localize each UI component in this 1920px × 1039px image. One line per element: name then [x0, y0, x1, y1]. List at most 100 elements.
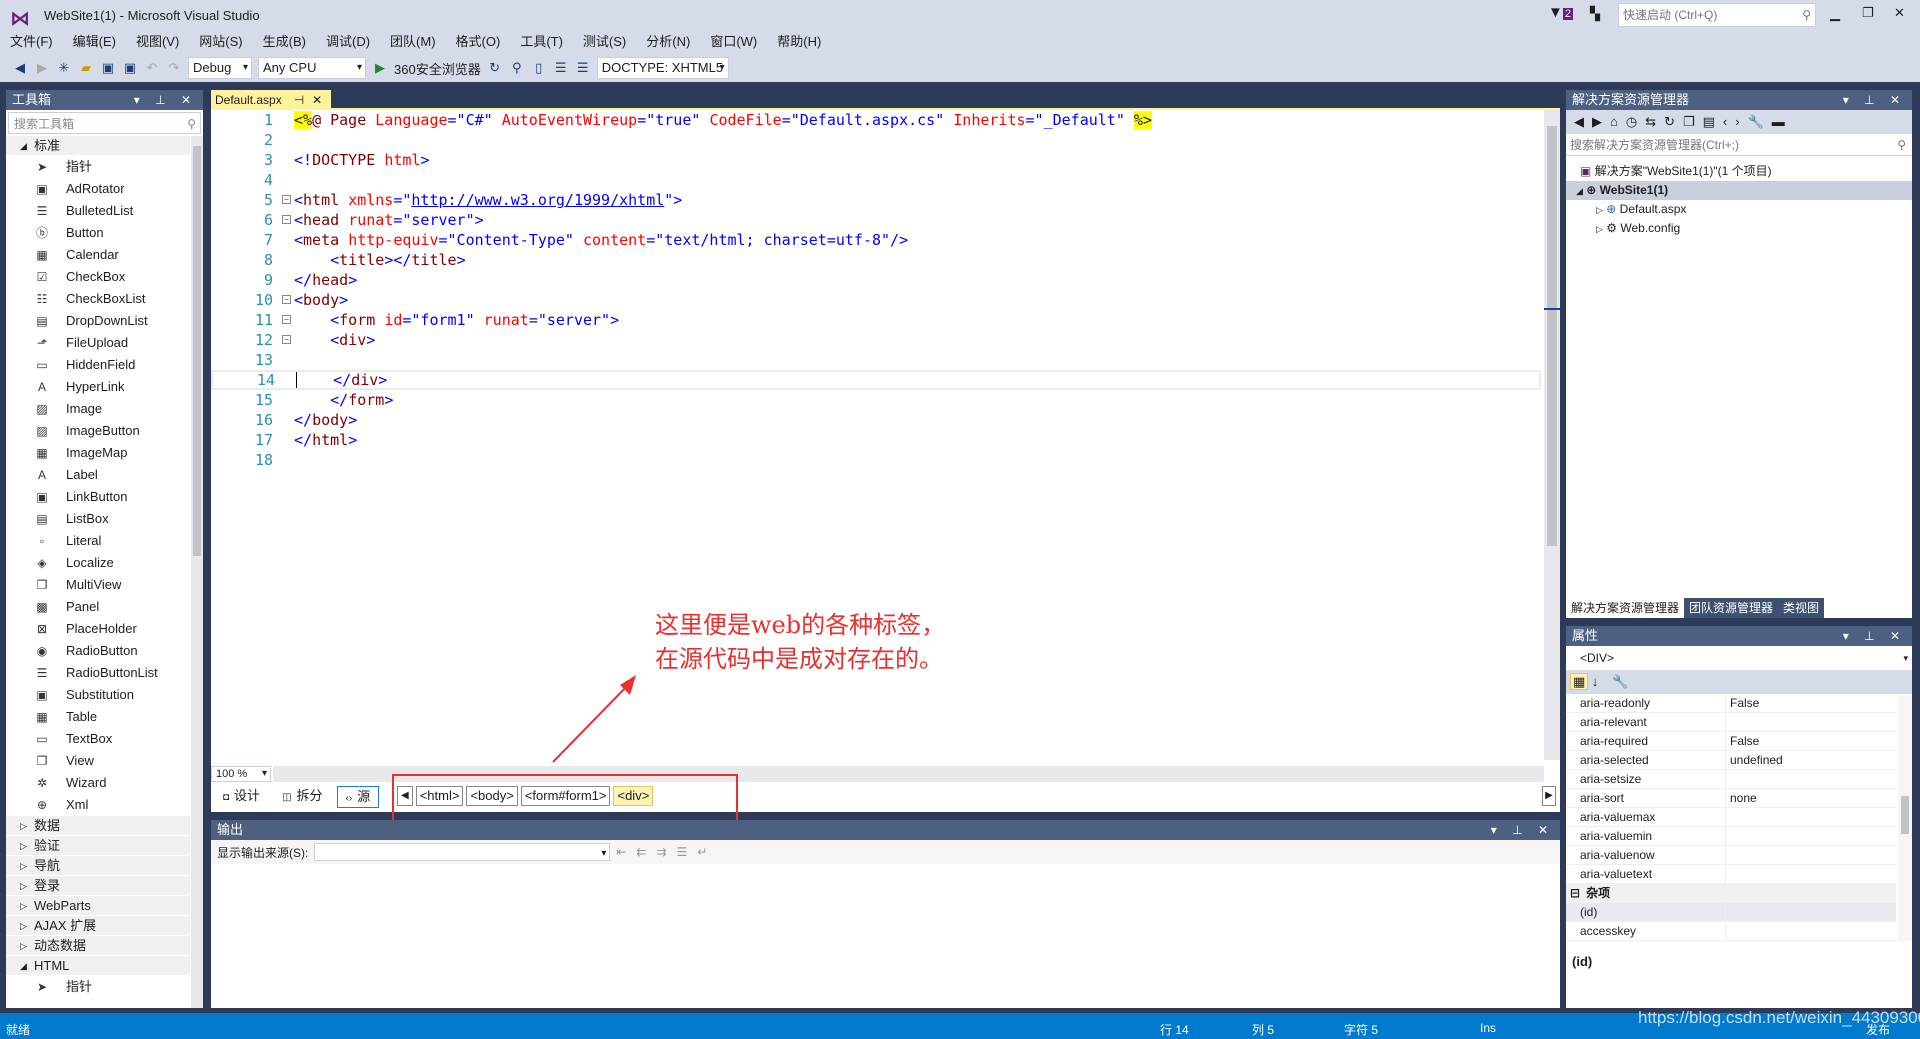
- toolbox-category[interactable]: ▷ WebParts: [6, 896, 190, 916]
- property-value[interactable]: undefined: [1726, 751, 1783, 769]
- save-all-icon[interactable]: ▣: [122, 60, 138, 76]
- toolbox-scrollbar[interactable]: [191, 136, 203, 1008]
- toolbox-category-standard[interactable]: ◢ 标准: [6, 136, 190, 156]
- code-line[interactable]: 16 </body>: [211, 410, 1541, 430]
- menu-item[interactable]: 帮助(H): [777, 32, 821, 54]
- code-line[interactable]: 17 </html>: [211, 430, 1541, 450]
- code-line[interactable]: 12− <div>: [211, 330, 1541, 350]
- code-line[interactable]: 10− <body>: [211, 290, 1541, 310]
- toolbox-item[interactable]: ▨ ImageButton: [6, 420, 190, 442]
- toolbox-item[interactable]: ➤ 指针: [6, 156, 190, 178]
- property-row[interactable]: aria-sort none: [1566, 789, 1896, 808]
- browser-run-button[interactable]: 360安全浏览器: [394, 59, 481, 78]
- forward-icon[interactable]: ▶: [34, 60, 50, 76]
- alphabetical-icon[interactable]: ↓: [1592, 674, 1599, 689]
- toolbox-item[interactable]: ▣ AdRotator: [6, 178, 190, 200]
- document-icon[interactable]: ▯: [531, 60, 547, 76]
- fold-toggle-icon[interactable]: −: [282, 335, 291, 344]
- menu-item[interactable]: 工具(T): [520, 32, 563, 54]
- menu-item[interactable]: 生成(B): [263, 32, 306, 54]
- toolbox-item[interactable]: ❐ MultiView: [6, 574, 190, 596]
- toolbox-category[interactable]: ▷ 登录: [6, 876, 190, 896]
- toolbox-item[interactable]: ▭ HiddenField: [6, 354, 190, 376]
- code-line[interactable]: 13: [211, 350, 1541, 370]
- toolbox-item[interactable]: ⬏ FileUpload: [6, 332, 190, 354]
- file-node[interactable]: ▷ ⊕ Default.aspx: [1566, 200, 1912, 219]
- toolbox-item[interactable]: ➤ 指针: [6, 976, 190, 998]
- panel-controls[interactable]: ▾ ⊥ ✕: [1843, 626, 1906, 646]
- code-line[interactable]: 8 <title></title>: [211, 250, 1541, 270]
- property-value[interactable]: [1726, 808, 1730, 826]
- outdent-icon[interactable]: ☰: [553, 60, 569, 76]
- menu-item[interactable]: 窗口(W): [710, 32, 757, 54]
- code-line[interactable]: 15 </form>: [211, 390, 1541, 410]
- open-icon[interactable]: ▰: [78, 60, 94, 76]
- toolbox-item[interactable]: ☰ BulletedList: [6, 200, 190, 222]
- undo-icon[interactable]: ↶: [144, 60, 160, 76]
- doctype-select[interactable]: DOCTYPE: XHTML5: [596, 57, 729, 79]
- refresh-icon[interactable]: ↻: [487, 60, 503, 76]
- view-tab-split[interactable]: ◫ 拆分: [274, 786, 330, 808]
- toolbox-item[interactable]: ◈ Localize: [6, 552, 190, 574]
- notification-flag-icon[interactable]: ▼ 2: [1548, 4, 1573, 21]
- menu-item[interactable]: 文件(F): [10, 32, 53, 54]
- output-tool-icons[interactable]: ⇤⇇⇉☰↵: [616, 845, 717, 859]
- property-value[interactable]: False: [1726, 732, 1759, 750]
- minimize-button[interactable]: ▁: [1830, 6, 1840, 22]
- toolbox-category[interactable]: ▷ 验证: [6, 836, 190, 856]
- property-row[interactable]: aria-selected undefined: [1566, 751, 1896, 770]
- toolbox-item[interactable]: ▣ LinkButton: [6, 486, 190, 508]
- property-value[interactable]: [1726, 827, 1730, 845]
- menu-item[interactable]: 分析(N): [646, 32, 690, 54]
- property-value[interactable]: [1726, 770, 1730, 788]
- fold-toggle-icon[interactable]: −: [282, 215, 291, 224]
- panel-tab[interactable]: 类视图: [1778, 598, 1825, 618]
- panel-controls[interactable]: ▾ ⊥ ✕: [134, 90, 197, 110]
- toolbox-item[interactable]: ❐ View: [6, 750, 190, 772]
- object-select[interactable]: <DIV> ▾: [1566, 646, 1912, 670]
- solution-search-input[interactable]: 搜索解决方案资源管理器(Ctrl+;) ⚲: [1566, 134, 1912, 156]
- code-line[interactable]: 7 <meta http-equiv="Content-Type" content…: [211, 230, 1541, 250]
- property-value[interactable]: False: [1726, 694, 1759, 712]
- solution-tool-icons[interactable]: ◀▶⌂◷⇆↻❐▤‹›🔧▬: [1574, 114, 1793, 129]
- menu-item[interactable]: 团队(M): [390, 32, 436, 54]
- toolbox-item[interactable]: ☰ RadioButtonList: [6, 662, 190, 684]
- toolbox-item[interactable]: ✲ Wizard: [6, 772, 190, 794]
- toolbox-category[interactable]: ▷ 数据: [6, 816, 190, 836]
- fold-toggle-icon[interactable]: −: [282, 195, 291, 204]
- property-pages-icon[interactable]: 🔧: [1612, 674, 1628, 689]
- toolbox-item[interactable]: ▦ Calendar: [6, 244, 190, 266]
- property-row[interactable]: accesskey: [1566, 922, 1896, 941]
- fold-toggle-icon[interactable]: −: [282, 295, 291, 304]
- property-row[interactable]: aria-required False: [1566, 732, 1896, 751]
- back-icon[interactable]: ◀: [12, 60, 28, 76]
- toolbox-item[interactable]: ☑ CheckBox: [6, 266, 190, 288]
- toolbox-search-input[interactable]: 搜索工具箱 ⚲: [8, 112, 201, 134]
- toolbox-item[interactable]: ▤ DropDownList: [6, 310, 190, 332]
- view-tab-source[interactable]: ‹› 源: [336, 786, 380, 808]
- code-line[interactable]: 1 <%@ Page Language="C#" AutoEventWireup=…: [211, 110, 1541, 130]
- properties-scrollbar[interactable]: [1898, 696, 1912, 941]
- menu-item[interactable]: 格式(O): [456, 32, 501, 54]
- zoom-select[interactable]: 100 %: [211, 766, 271, 782]
- output-source-select[interactable]: [314, 843, 611, 864]
- feedback-icon[interactable]: ▚: [1590, 6, 1600, 22]
- toolbox-item[interactable]: ⓑ Button: [6, 222, 190, 244]
- property-row[interactable]: aria-valuemin: [1566, 827, 1896, 846]
- toolbox-item[interactable]: ▭ TextBox: [6, 728, 190, 750]
- toolbox-category-html[interactable]: ◢ HTML: [6, 956, 190, 976]
- toolbox-item[interactable]: ▫ Literal: [6, 530, 190, 552]
- property-row[interactable]: aria-valuetext: [1566, 865, 1896, 884]
- menu-item[interactable]: 视图(V): [136, 32, 179, 54]
- toolbox-item[interactable]: ☷ CheckBoxList: [6, 288, 190, 310]
- toolbox-item[interactable]: ▦ Table: [6, 706, 190, 728]
- save-icon[interactable]: ▣: [100, 60, 116, 76]
- toolbox-item[interactable]: ▤ ListBox: [6, 508, 190, 530]
- editor-tab[interactable]: Default.aspx ⊣ ✕: [211, 90, 331, 110]
- code-line[interactable]: 18: [211, 450, 1541, 470]
- toolbox-item[interactable]: ◉ RadioButton: [6, 640, 190, 662]
- property-row[interactable]: aria-valuemax: [1566, 808, 1896, 827]
- panel-tab[interactable]: 解决方案资源管理器: [1566, 598, 1685, 618]
- fold-toggle-icon[interactable]: −: [282, 315, 291, 324]
- property-value[interactable]: [1726, 846, 1730, 864]
